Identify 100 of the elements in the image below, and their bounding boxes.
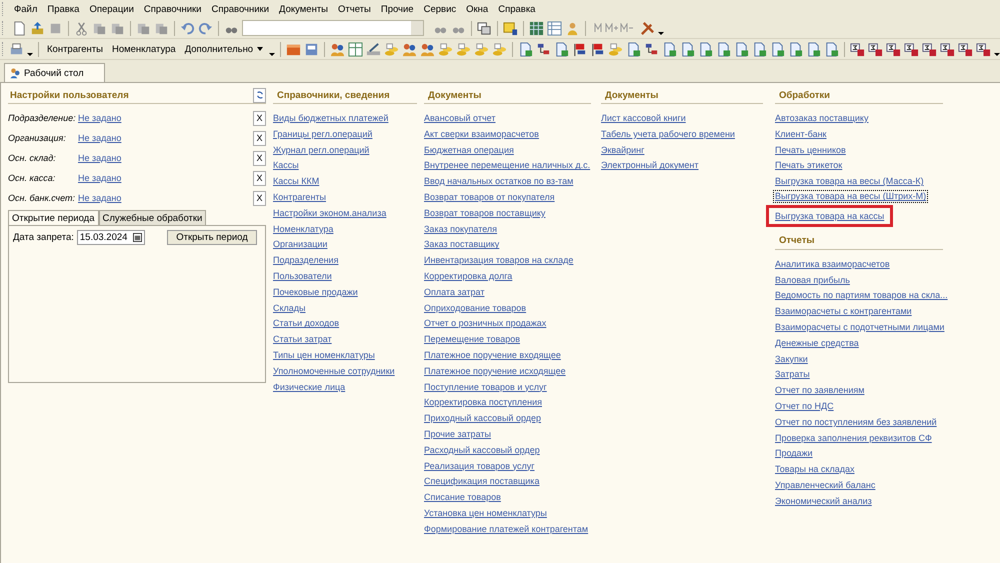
panel-tab[interactable]: Открытие периода (8, 210, 99, 226)
link[interactable]: Спецификация поставщика (422, 473, 542, 490)
link[interactable]: Электронный документ (599, 157, 701, 174)
link[interactable]: Списание товаров (422, 489, 503, 505)
scissors-icon[interactable] (74, 20, 89, 36)
link[interactable]: Контрагенты (271, 188, 328, 205)
toolbar-button[interactable]: Дополнительно (182, 44, 266, 54)
sum-icon[interactable] (922, 42, 938, 56)
link[interactable]: Затраты (773, 366, 812, 382)
coins-icon[interactable] (438, 42, 454, 56)
link[interactable]: Перемещение товаров (422, 331, 522, 347)
link[interactable]: Отчет о розничных продажах (422, 315, 548, 332)
link[interactable]: Бюджетная операция (422, 142, 516, 158)
document-icon[interactable] (716, 42, 732, 56)
link[interactable]: Взаиморасчеты с подотчетными лицами (773, 318, 946, 335)
link[interactable]: Продажи (773, 445, 815, 462)
link[interactable]: Ведомость по партиям товаров на скла... (773, 287, 950, 304)
menu-item[interactable]: Правка (42, 4, 84, 14)
tree-icon[interactable] (644, 42, 660, 56)
link[interactable]: Отчет по заявлениям (773, 382, 866, 398)
link[interactable]: Экономический анализ (773, 492, 874, 509)
coins-icon[interactable] (474, 42, 490, 56)
link[interactable]: Выгрузка товара на весы (Штрих-М) (773, 190, 928, 204)
clear-button[interactable]: X (253, 150, 266, 166)
menu-item[interactable]: Справочники (206, 4, 274, 14)
document-icon[interactable] (752, 42, 768, 56)
menu-item[interactable]: Сервис (418, 4, 462, 14)
people-icon[interactable] (330, 42, 346, 56)
link[interactable]: Заказ покупателя (422, 220, 500, 236)
link[interactable]: Закупки (773, 350, 810, 366)
link[interactable]: Склады (271, 300, 308, 316)
link[interactable]: Оприходование товаров (422, 300, 528, 316)
clear-button[interactable]: X (253, 170, 266, 186)
link[interactable]: Поступление товаров и услуг (422, 378, 549, 394)
link[interactable]: Платежное поручение исходящее (422, 362, 568, 379)
link[interactable]: Денежные средства (773, 334, 861, 351)
field-value-link[interactable]: Не задано (78, 173, 122, 183)
book-icon[interactable] (304, 42, 320, 56)
link[interactable]: Установка цен номенклатуры (422, 504, 549, 521)
link[interactable]: Статьи затрат (271, 331, 334, 347)
link[interactable]: Лист кассовой книги (599, 110, 688, 126)
link[interactable]: Товары на складах (773, 461, 856, 477)
link[interactable]: Отчет по НДС (773, 398, 836, 414)
page-icon[interactable] (12, 20, 27, 36)
sum-icon[interactable] (868, 42, 884, 56)
link[interactable]: Подразделения (271, 252, 340, 268)
sum-icon[interactable] (976, 42, 992, 56)
link[interactable]: Взаиморасчеты с контрагентами (773, 303, 914, 319)
link[interactable]: Номенклатура (271, 220, 336, 236)
toolbar-button[interactable]: Контрагенты (44, 44, 106, 54)
link[interactable]: Настройки эконом.анализа (271, 204, 388, 221)
link[interactable]: Эквайринг (599, 142, 646, 158)
sum-icon[interactable] (940, 42, 956, 56)
menu-item[interactable]: Отчеты (333, 4, 376, 14)
link[interactable]: Статьи доходов (271, 315, 342, 332)
window-tab[interactable]: Рабочий стол (4, 63, 105, 82)
document-icon[interactable] (824, 42, 840, 56)
undo-icon[interactable] (180, 20, 195, 36)
document-icon[interactable] (806, 42, 822, 56)
link[interactable]: Почековые продажи (271, 284, 360, 300)
windows-icon[interactable] (477, 20, 492, 36)
menu-item[interactable]: Справочники (138, 4, 206, 14)
link[interactable]: Инвентаризация товаров на складе (422, 252, 576, 268)
upload-icon[interactable] (30, 20, 45, 36)
document-icon[interactable] (788, 42, 804, 56)
tree-icon[interactable] (536, 42, 552, 56)
menu-item[interactable]: Операции (84, 4, 139, 14)
link[interactable]: Авансовый отчет (422, 110, 498, 126)
link[interactable]: Корректировка поступления (422, 394, 544, 410)
menu-item[interactable]: Документы (274, 4, 334, 14)
coins-icon[interactable] (456, 42, 472, 56)
sum-icon[interactable] (886, 42, 902, 56)
link[interactable]: Прочие затраты (422, 426, 493, 442)
link[interactable]: Реализация товаров услуг (422, 458, 537, 474)
link[interactable]: Проверка заполнения реквизитов СФ (773, 430, 934, 446)
link[interactable]: Типы цен номенклатуры (271, 346, 377, 363)
link[interactable]: Приходный кассовый ордер (422, 410, 544, 426)
clear-button[interactable]: X (253, 130, 266, 146)
link[interactable]: Платежное поручение входящее (422, 346, 563, 363)
link[interactable]: Физические лица (271, 378, 348, 394)
link[interactable]: Печать этикеток (773, 157, 844, 174)
link[interactable]: Кассы (271, 157, 301, 174)
grid-icon[interactable] (529, 20, 544, 36)
menu-item[interactable]: Прочие (376, 4, 419, 14)
link[interactable]: Виды бюджетных платежей (271, 110, 390, 126)
document-icon[interactable] (518, 42, 534, 56)
link[interactable]: Табель учета рабочего времени (599, 126, 737, 142)
date-field[interactable]: 15.03.2024 (76, 230, 145, 245)
link[interactable]: Границы регл.операций (271, 126, 374, 142)
caret-icon[interactable] (269, 53, 276, 56)
document-icon[interactable] (662, 42, 678, 56)
link[interactable]: Выгрузка товара на весы (Масса-К) (773, 173, 926, 189)
link[interactable]: Автозаказ поставщику (773, 110, 870, 126)
clear-button[interactable]: X (253, 190, 266, 206)
link[interactable]: Пользователи (271, 268, 334, 284)
pen-icon[interactable] (366, 42, 382, 56)
document-icon[interactable] (770, 42, 786, 56)
link[interactable]: Выгрузка товара на кассы (766, 204, 894, 227)
toolbar-button[interactable]: Номенклатура (108, 44, 179, 54)
document-icon[interactable] (734, 42, 750, 56)
